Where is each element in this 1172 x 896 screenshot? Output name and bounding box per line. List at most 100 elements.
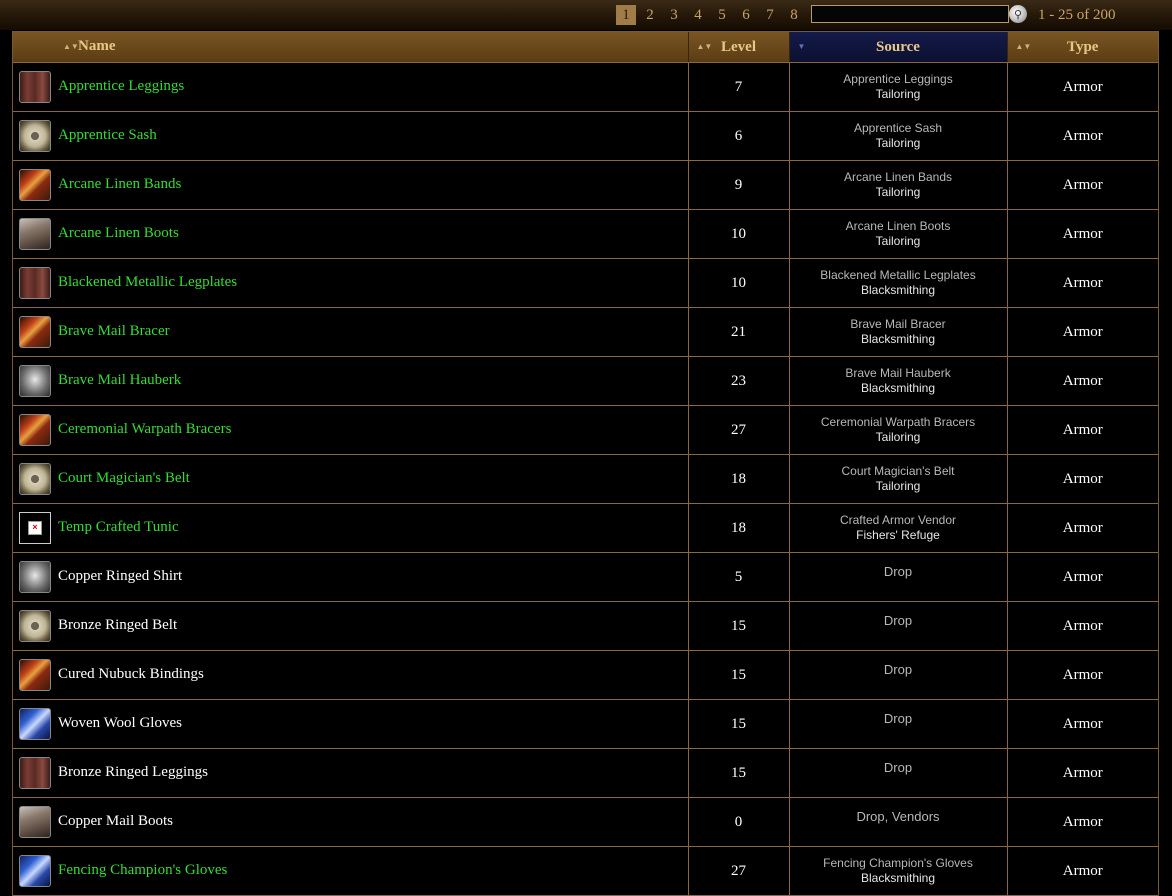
type-cell: Armor [1007,405,1158,455]
level-cell: 15 [688,601,790,651]
name-cell: × Temp Crafted Tunic [13,503,689,553]
chest-icon[interactable] [19,365,51,397]
sash-icon[interactable] [19,610,51,642]
type-cell: Armor [1007,209,1158,259]
level-cell: 18 [688,503,790,553]
page-link-7[interactable]: 7 [760,5,780,25]
leggings-icon[interactable] [19,71,51,103]
table-row: Blackened Metallic Legplates 10 Blackened … [13,258,1158,308]
table-row: Apprentice Leggings 7 Apprentice Leggings T… [13,62,1158,112]
item-name-link[interactable]: Cured Nubuck Bindings [58,666,204,683]
source-name: Apprentice Sash [853,121,943,135]
sort-icon: ▲▼ [63,42,79,51]
source-detail: Blacksmithing [860,283,936,297]
chest-icon[interactable] [19,561,51,593]
name-cell: Brave Mail Hauberk [13,356,689,406]
table-row: Court Magician's Belt 18 Court Magician's … [13,454,1158,504]
item-name-link[interactable]: Arcane Linen Boots [58,225,179,242]
name-cell: Arcane Linen Bands [13,160,689,210]
item-name-link[interactable]: Ceremonial Warpath Bracers [58,421,231,438]
level-cell: 27 [688,405,790,455]
item-name-link[interactable]: Court Magician's Belt [58,470,190,487]
item-name-link[interactable]: Brave Mail Bracer [58,323,170,340]
item-name-link[interactable]: Apprentice Leggings [58,78,184,95]
search-icon[interactable]: ⚲ [1009,5,1027,23]
type-cell: Armor [1007,601,1158,651]
gloves-icon[interactable] [19,855,51,887]
column-header-type[interactable]: ▲▼ Type [1007,32,1158,63]
search-input[interactable] [811,5,1009,23]
source-cell: Brave Mail Bracer Blacksmithing [789,307,1008,357]
item-name-link[interactable]: Blackened Metallic Legplates [58,274,237,291]
bracer-icon[interactable] [19,316,51,348]
leggings-icon[interactable] [19,267,51,299]
item-name-link[interactable]: Arcane Linen Bands [58,176,181,193]
type-cell: Armor [1007,797,1158,847]
column-header-source[interactable]: ▼ Source [789,32,1008,63]
page-link-2[interactable]: 2 [640,5,660,25]
type-cell: Armor [1007,699,1158,749]
leggings-icon[interactable] [19,757,51,789]
type-cell: Armor [1007,503,1158,553]
source-cell: Drop [789,650,1008,700]
gloves-icon[interactable] [19,708,51,740]
page-link-3[interactable]: 3 [664,5,684,25]
item-name-link[interactable]: Bronze Ringed Leggings [58,764,208,781]
item-browser: 12345678 ⚲ 1 - 25 of 200 ▲▼ Name ▲▼ Leve… [0,0,1172,896]
type-cell: Armor [1007,111,1158,161]
table-row: Copper Ringed Shirt 5 Drop Armor [13,552,1158,602]
item-name-link[interactable]: Bronze Ringed Belt [58,617,177,634]
table-row: Arcane Linen Boots 10 Arcane Linen Boots Ta… [13,209,1158,259]
bracer-icon[interactable] [19,414,51,446]
source-name: Fencing Champion's Gloves [823,856,973,870]
page-list: 12345678 [616,5,808,25]
item-name-link[interactable]: Apprentice Sash [58,127,157,144]
type-cell: Armor [1007,748,1158,798]
name-cell: Copper Mail Boots [13,797,689,847]
item-name-link[interactable]: Brave Mail Hauberk [58,372,181,389]
sash-icon[interactable] [19,463,51,495]
level-cell: 0 [688,797,790,847]
source-cell: Apprentice Leggings Tailoring [789,62,1008,112]
type-cell: Armor [1007,356,1158,406]
column-header-name[interactable]: ▲▼ Name [13,32,689,63]
type-cell: Armor [1007,454,1158,504]
page-link-6[interactable]: 6 [736,5,756,25]
level-cell: 15 [688,650,790,700]
table-row: Cured Nubuck Bindings 15 Drop Armor [13,650,1158,700]
type-cell: Armor [1007,846,1158,896]
source-detail: Tailoring [875,430,921,444]
source-detail: Fishers' Refuge [856,528,940,542]
source-name: Drop [883,710,913,726]
name-cell: Apprentice Sash [13,111,689,161]
missing-image-icon[interactable]: × [19,512,51,544]
page-link-8[interactable]: 8 [784,5,804,25]
column-header-level[interactable]: ▲▼ Level [688,32,790,63]
item-name-link[interactable]: Temp Crafted Tunic [58,519,179,536]
bracer-icon[interactable] [19,659,51,691]
source-cell: Apprentice Sash Tailoring [789,111,1008,161]
source-name: Drop [883,612,913,628]
source-cell: Drop [789,552,1008,602]
table-row: Brave Mail Hauberk 23 Brave Mail Hauberk Bl… [13,356,1158,406]
item-name-link[interactable]: Copper Ringed Shirt [58,568,182,585]
sash-icon[interactable] [19,120,51,152]
name-cell: Copper Ringed Shirt [13,552,689,602]
boots-icon[interactable] [19,218,51,250]
table-row: Apprentice Sash 6 Apprentice Sash Tailoring… [13,111,1158,161]
name-cell: Arcane Linen Boots [13,209,689,259]
page-link-1[interactable]: 1 [616,5,636,25]
source-name: Drop [883,661,913,677]
item-name-link[interactable]: Copper Mail Boots [58,813,173,830]
item-name-link[interactable]: Fencing Champion's Gloves [58,862,227,879]
level-cell: 15 [688,699,790,749]
page-link-5[interactable]: 5 [712,5,732,25]
page-link-4[interactable]: 4 [688,5,708,25]
item-name-link[interactable]: Woven Wool Gloves [58,715,182,732]
sort-descending-icon: ▼ [797,42,806,51]
type-cell: Armor [1007,307,1158,357]
bracer-icon[interactable] [19,169,51,201]
source-name: Blackened Metallic Legplates [820,268,976,282]
name-cell: Bronze Ringed Belt [13,601,689,651]
boots-icon[interactable] [19,806,51,838]
